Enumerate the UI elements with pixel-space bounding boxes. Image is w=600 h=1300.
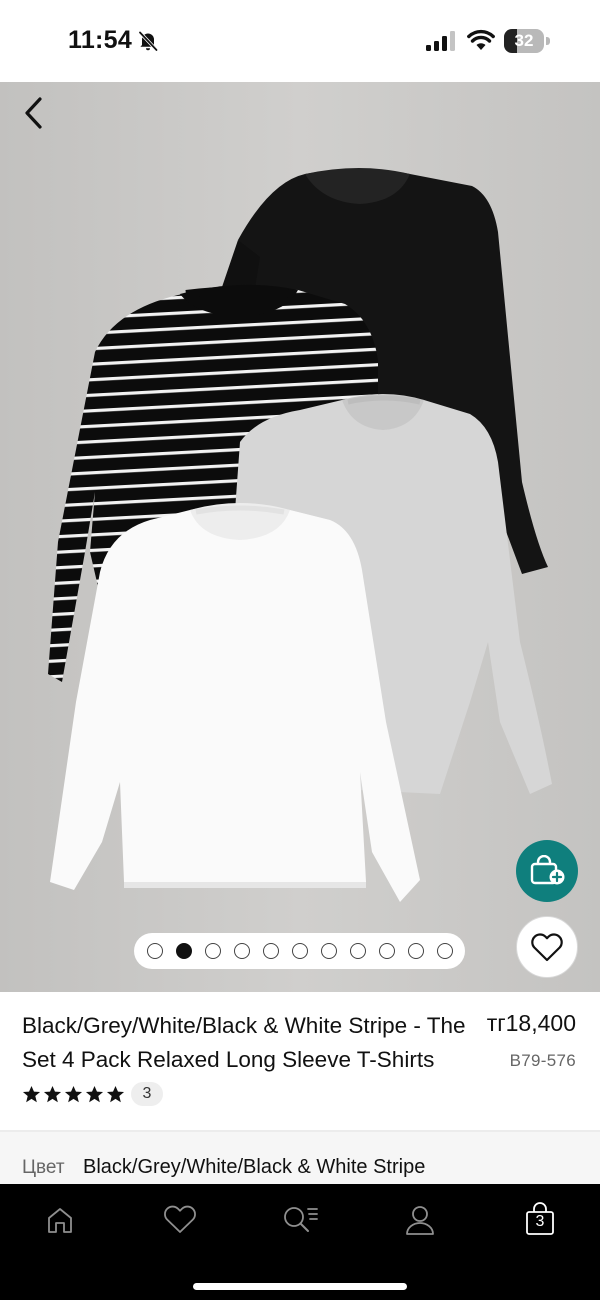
bag-count-badge: 3 <box>535 1213 545 1230</box>
product-image <box>0 82 600 992</box>
bell-slash-icon <box>138 31 158 52</box>
tab-wishlist[interactable] <box>160 1202 200 1238</box>
star-icon <box>106 1085 125 1102</box>
back-button[interactable] <box>14 94 52 132</box>
product-image-gallery[interactable] <box>0 82 600 992</box>
color-label: Цвет <box>22 1157 65 1178</box>
pager-dot[interactable] <box>146 943 163 959</box>
heart-icon <box>164 1205 196 1233</box>
tab-bag[interactable]: 3 <box>520 1202 560 1238</box>
pager-dot[interactable] <box>233 943 250 959</box>
star-icon <box>43 1085 62 1102</box>
wifi-icon <box>467 29 495 50</box>
pager-dot[interactable] <box>349 943 366 959</box>
product-info: Black/Grey/White/Black & White Stripe - … <box>0 992 600 1130</box>
color-selector[interactable]: Цвет Black/Grey/White/Black & White Stri… <box>0 1132 600 1184</box>
pager-dot[interactable] <box>320 943 337 959</box>
add-to-bag-button[interactable] <box>516 840 578 902</box>
product-rating[interactable]: 3 <box>22 1082 163 1106</box>
star-icon <box>22 1085 41 1102</box>
star-icon <box>85 1085 104 1102</box>
review-count-badge: 3 <box>131 1082 163 1106</box>
heart-icon <box>531 933 563 962</box>
pager-dot[interactable] <box>204 943 221 959</box>
chevron-left-icon <box>25 97 42 129</box>
pager-dot[interactable] <box>407 943 424 959</box>
rating-stars <box>22 1085 125 1104</box>
home-icon <box>48 1208 72 1233</box>
star-icon <box>64 1085 83 1102</box>
profile-icon <box>406 1206 434 1235</box>
home-indicator[interactable] <box>193 1283 407 1290</box>
product-code: B79-576 <box>509 1051 576 1070</box>
signal-icon <box>426 31 455 51</box>
battery-icon: 32 <box>504 29 550 53</box>
product-price: тг18,400 <box>486 1010 576 1036</box>
pager-dot[interactable] <box>291 943 308 959</box>
wishlist-button[interactable] <box>516 916 578 978</box>
tab-account[interactable] <box>400 1202 440 1238</box>
status-time: 11:54 <box>68 26 133 54</box>
pager-dot[interactable] <box>175 943 192 959</box>
pager-dot[interactable] <box>262 943 279 959</box>
color-value: Black/Grey/White/Black & White Stripe <box>83 1156 426 1178</box>
add-to-bag-icon <box>530 855 565 885</box>
tab-search[interactable] <box>280 1202 320 1238</box>
pager-dot[interactable] <box>378 943 395 959</box>
battery-percent: 32 <box>514 31 534 50</box>
product-title: Black/Grey/White/Black & White Stripe - … <box>22 1013 466 1072</box>
pager-dot[interactable] <box>436 943 453 959</box>
image-pager <box>134 933 465 969</box>
status-bar: 11:54 32 <box>0 0 600 82</box>
search-list-icon <box>284 1207 318 1232</box>
tab-home[interactable] <box>40 1202 80 1238</box>
